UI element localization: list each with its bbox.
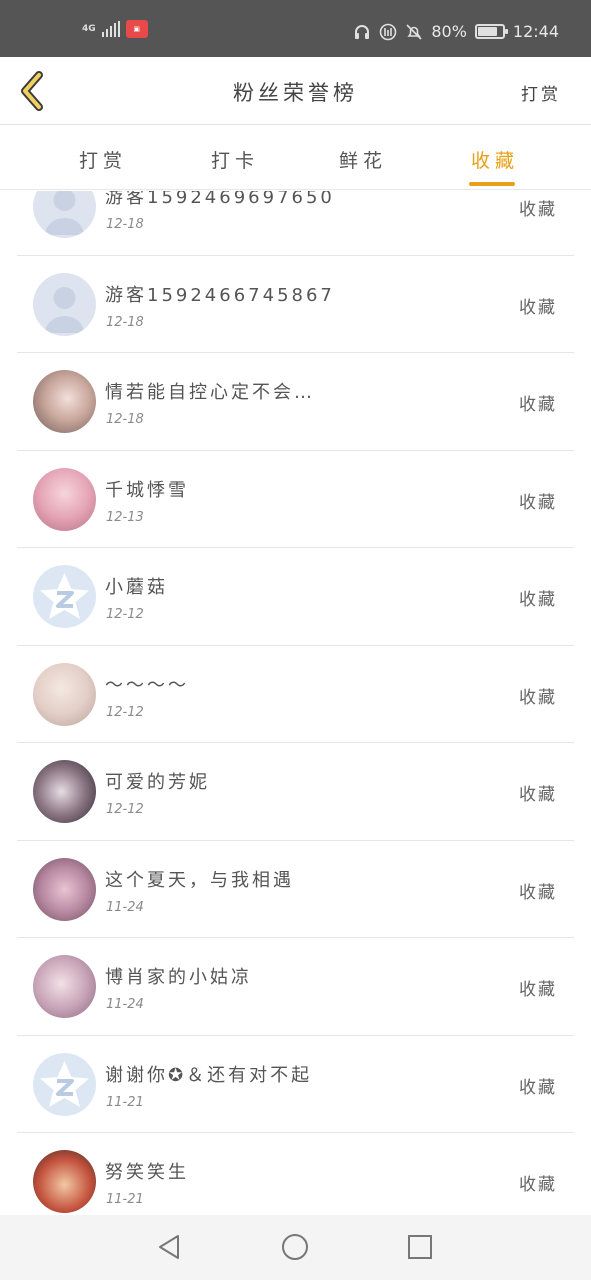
user-avatar [33, 955, 96, 1018]
user-avatar [33, 1150, 96, 1213]
action-type: 收藏 [519, 590, 557, 610]
action-date: 12-13 [106, 509, 144, 525]
action-date: 12-18 [106, 412, 144, 427]
list-item[interactable]: 可爱的芳妮 12-12 收藏 [17, 743, 574, 841]
signal-icon [101, 21, 120, 37]
action-type: 收藏 [519, 1077, 557, 1098]
action-date: 11-24 [106, 997, 144, 1012]
header: 粉丝荣誉榜 打赏 [0, 57, 591, 125]
list-item[interactable]: 谢谢你✪＆还有对不起 11-21 收藏 [17, 1036, 574, 1133]
reward-link[interactable]: 打赏 [521, 80, 561, 105]
hd-call-icon [379, 23, 397, 41]
user-avatar [33, 760, 96, 823]
qq-star-avatar-icon [33, 565, 96, 628]
user-name: 游客1592469697650 [105, 191, 335, 208]
recents-square-icon [408, 1235, 432, 1259]
action-type: 收藏 [519, 200, 557, 220]
user-avatar [33, 370, 96, 433]
nav-back-button[interactable] [153, 1231, 185, 1263]
tab-bar: 打赏 打卡 鲜花 收藏 [0, 126, 591, 190]
list-item[interactable]: 这个夏天，与我相遇 11-24 收藏 [17, 841, 574, 938]
home-circle-icon [282, 1234, 308, 1260]
tab-checkin[interactable]: 打卡 [211, 146, 259, 173]
list-item[interactable]: 努笑笑生 11-21 收藏 [17, 1133, 574, 1215]
fan-list-content: 游客1592469697650 12-18 收藏 游客1592466745867… [0, 191, 591, 1215]
user-name: 博肖家的小姑凉 [105, 967, 252, 988]
list-item[interactable]: 游客1592469697650 12-18 收藏 [17, 191, 574, 256]
action-date: 12-18 [106, 314, 144, 330]
user-name: 可爱的芳妮 [105, 772, 210, 793]
battery-icon [474, 24, 508, 39]
back-triangle-icon [159, 1235, 179, 1259]
list-item[interactable]: 千城悸雪 12-13 收藏 [17, 451, 574, 548]
action-type: 收藏 [519, 1175, 557, 1195]
action-type: 收藏 [519, 687, 557, 708]
action-date: 12-12 [106, 607, 144, 622]
user-avatar [33, 662, 96, 726]
guest-avatar-icon [33, 191, 96, 238]
tab-flowers[interactable]: 鲜花 [339, 146, 387, 173]
user-name: 这个夏天，与我相遇 [105, 869, 294, 891]
battery-percent: 80% [431, 22, 467, 41]
bell-muted-icon [405, 23, 423, 41]
action-date: 11-24 [106, 899, 144, 915]
user-avatar [33, 467, 96, 531]
user-name: 游客1592466745867 [105, 284, 335, 306]
action-type: 收藏 [519, 785, 557, 805]
status-bar: 4G ▣ 80% 12:44 [0, 0, 591, 57]
list-item[interactable]: 博肖家的小姑凉 11-24 收藏 [17, 938, 574, 1036]
status-left: 4G ▣ [82, 20, 148, 38]
nav-home-button[interactable] [279, 1231, 311, 1263]
list-item[interactable]: ～～～～ 12-12 收藏 [17, 646, 574, 743]
user-name: 情若能自控心定不会… [105, 382, 315, 403]
user-avatar [33, 857, 96, 921]
user-name: 千城悸雪 [105, 479, 189, 501]
app-notification-icon: ▣ [125, 20, 148, 38]
action-type: 收藏 [519, 297, 557, 318]
list-item[interactable]: 情若能自控心定不会… 12-18 收藏 [17, 353, 574, 451]
active-tab-indicator [469, 182, 515, 186]
user-name: 努笑笑生 [105, 1162, 189, 1183]
tab-reward[interactable]: 打赏 [79, 146, 127, 173]
tab-favorites[interactable]: 收藏 [471, 146, 519, 173]
guest-avatar-icon [33, 272, 96, 336]
action-date: 12-18 [106, 217, 144, 232]
user-name: 谢谢你✪＆还有对不起 [105, 1064, 313, 1086]
status-right: 80% 12:44 [353, 22, 559, 41]
action-type: 收藏 [519, 395, 557, 415]
list-item[interactable]: 游客1592466745867 12-18 收藏 [17, 256, 574, 353]
action-date: 12-12 [106, 802, 144, 817]
action-type: 收藏 [519, 882, 557, 903]
action-type: 收藏 [519, 492, 557, 513]
page-title: 粉丝荣誉榜 [233, 81, 358, 105]
headset-icon [353, 23, 371, 41]
nav-recents-button[interactable] [404, 1231, 436, 1263]
list-item[interactable]: 小蘑菇 12-12 收藏 [17, 548, 574, 646]
battery-fill [477, 27, 497, 36]
system-nav-bar [0, 1215, 591, 1280]
user-name: ～～～～ [105, 674, 189, 696]
action-type: 收藏 [519, 980, 557, 1000]
action-date: 11-21 [106, 1192, 144, 1207]
network-type: 4G [82, 23, 96, 34]
action-date: 11-21 [106, 1094, 144, 1110]
qq-star-avatar-icon [33, 1052, 96, 1116]
fan-list[interactable]: 游客1592469697650 12-18 收藏 游客1592466745867… [0, 191, 591, 1215]
clock: 12:44 [512, 22, 559, 41]
user-name: 小蘑菇 [105, 577, 168, 598]
action-date: 12-12 [106, 704, 144, 720]
